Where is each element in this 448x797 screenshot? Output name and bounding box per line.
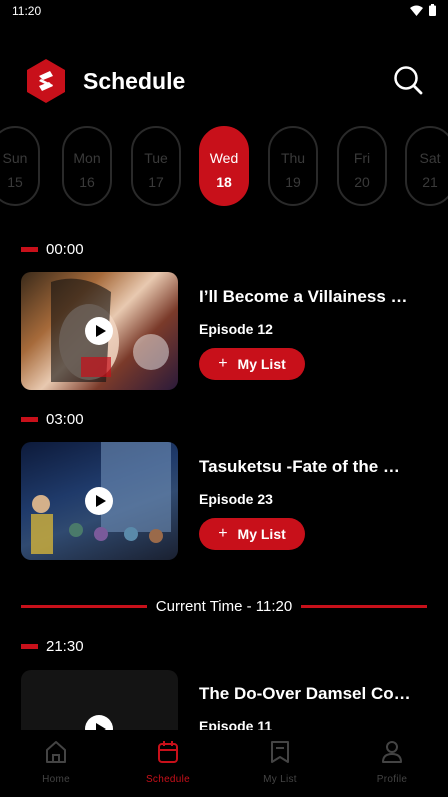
battery-icon — [429, 4, 436, 16]
time-marker — [21, 246, 38, 252]
nav-item-profile[interactable]: Profile — [336, 730, 448, 797]
app-header: Schedule — [0, 56, 448, 106]
day-pill-sat[interactable]: Sat 21 — [405, 126, 448, 206]
day-number: 21 — [422, 174, 438, 190]
day-number: 15 — [7, 174, 23, 190]
episode-label: Episode 23 — [199, 491, 273, 507]
my-list-label: My List — [237, 356, 286, 372]
plus-icon: + — [218, 525, 228, 542]
day-pill-thu[interactable]: Thu 19 — [268, 126, 318, 206]
time-slot: 21:30 — [21, 637, 84, 655]
nav-label: Home — [42, 774, 70, 785]
current-time-line-left — [21, 604, 147, 608]
time-marker — [21, 416, 38, 422]
nav-label: Schedule — [145, 774, 191, 785]
app-logo — [27, 59, 65, 103]
bottom-navigation: Home Schedule My List Profile — [0, 730, 448, 797]
nav-item-my-list[interactable]: My List — [224, 730, 336, 797]
bookmark-icon — [271, 741, 289, 763]
time-slot: 03:00 — [21, 410, 84, 428]
current-time-line-right — [301, 604, 428, 608]
nav-item-home[interactable]: Home — [0, 730, 112, 797]
show-thumbnail[interactable] — [21, 272, 178, 390]
day-name: Sun — [2, 150, 28, 166]
status-icons — [410, 4, 436, 16]
day-number: 19 — [285, 174, 301, 190]
day-name: Thu — [280, 150, 306, 166]
day-number: 17 — [148, 174, 164, 190]
show-thumbnail[interactable] — [21, 442, 178, 560]
current-time-indicator: Current Time - 11:20 — [21, 596, 428, 616]
status-time: 11:20 — [12, 4, 42, 18]
show-title[interactable]: The Do-Over Damsel Conquers the Dragon E… — [199, 684, 414, 704]
nav-item-schedule[interactable]: Schedule — [112, 730, 224, 797]
day-pill-fri[interactable]: Fri 20 — [337, 126, 387, 206]
calendar-icon — [158, 741, 178, 763]
slot-time: 00:00 — [46, 240, 84, 258]
wifi-icon — [410, 5, 423, 16]
user-icon — [382, 741, 402, 763]
slot-time: 21:30 — [46, 637, 84, 655]
episode-label: Episode 12 — [199, 321, 273, 337]
status-bar: 11:20 — [0, 0, 448, 22]
day-selector: Sun 15 Mon 16 Tue 17 Wed 18 Thu 19 Fri 20 Sat 21 — [0, 126, 448, 208]
day-name: Fri — [353, 150, 371, 166]
show-title[interactable]: I’ll Become a Villainess Who Goes Down i… — [199, 287, 414, 307]
time-marker — [21, 643, 38, 649]
my-list-label: My List — [237, 526, 286, 542]
add-to-my-list-button[interactable]: + My List — [199, 348, 305, 380]
day-number: 20 — [354, 174, 370, 190]
home-icon — [46, 741, 66, 763]
day-pill-sun[interactable]: Sun 15 — [0, 126, 40, 206]
page-title: Schedule — [83, 68, 186, 94]
show-title[interactable]: Tasuketsu -Fate of the Majority- — [199, 457, 414, 477]
plus-icon: + — [218, 355, 228, 372]
day-name: Wed — [209, 150, 239, 166]
play-icon[interactable] — [85, 487, 113, 515]
search-icon[interactable] — [392, 64, 424, 96]
nav-label: My List — [263, 774, 297, 785]
add-to-my-list-button[interactable]: + My List — [199, 518, 305, 550]
day-name: Tue — [144, 150, 168, 166]
nav-label: Profile — [376, 774, 408, 785]
play-icon[interactable] — [85, 317, 113, 345]
day-name: Sat — [419, 150, 441, 166]
time-slot: 00:00 — [21, 240, 84, 258]
day-pill-mon[interactable]: Mon 16 — [62, 126, 112, 206]
day-number: 18 — [216, 174, 232, 190]
day-pill-tue[interactable]: Tue 17 — [131, 126, 181, 206]
day-name: Mon — [73, 150, 101, 166]
day-pill-wed[interactable]: Wed 18 — [199, 126, 249, 206]
day-number: 16 — [79, 174, 95, 190]
slot-time: 03:00 — [46, 410, 84, 428]
current-time-label: Current Time - 11:20 — [155, 597, 293, 615]
